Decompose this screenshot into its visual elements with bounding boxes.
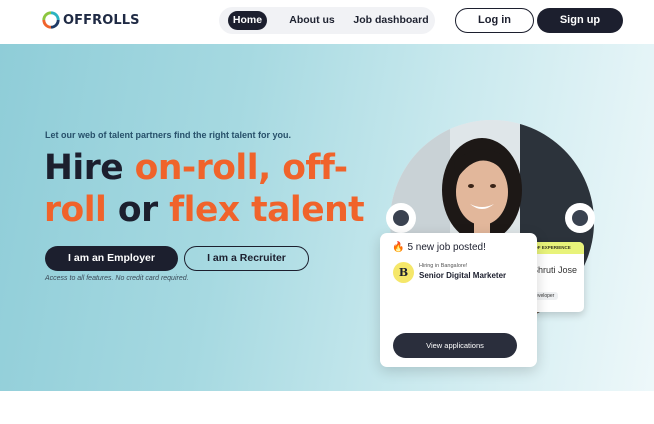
job-count-text: 🔥 5 new job posted! — [392, 242, 486, 253]
headline-flex-talent: flex talent — [169, 190, 365, 230]
page: OFFROLLS Home About us Job dashboard Log… — [0, 0, 654, 424]
main-nav: Home About us Job dashboard — [219, 7, 435, 34]
candidate-name: Shruti Jose — [532, 265, 578, 275]
nav-about-us[interactable]: About us — [286, 11, 338, 30]
nav-job-dashboard[interactable]: Job dashboard — [352, 11, 430, 30]
job-title: Senior Digital Marketer — [419, 271, 507, 280]
hero-tagline: Let our web of talent partners find the … — [45, 130, 292, 140]
recruiter-button[interactable]: I am a Recruiter — [184, 246, 309, 271]
decor-dot-left — [386, 203, 416, 233]
job-location: Hiring in Bangalore! — [419, 263, 468, 269]
logo-ring-icon — [42, 11, 60, 29]
new-jobs-card: 🔥 5 new job posted! B Hiring in Bangalore… — [380, 233, 537, 367]
headline-or: or — [106, 190, 170, 230]
headline-hire: Hire — [44, 148, 135, 188]
company-logo: B — [393, 262, 414, 283]
top-header: OFFROLLS Home About us Job dashboard Log… — [0, 0, 654, 44]
below-hero-area — [0, 391, 654, 424]
login-button[interactable]: Log in — [455, 8, 534, 33]
fineprint-note: Access to all features. No credit card r… — [45, 275, 189, 282]
fire-icon: 🔥 — [392, 242, 405, 253]
employer-button[interactable]: I am an Employer — [45, 246, 178, 271]
hero-section: Let our web of talent partners find the … — [0, 44, 654, 391]
nav-home[interactable]: Home — [228, 11, 267, 30]
job-count-label: 5 new job posted! — [407, 242, 486, 253]
signup-button[interactable]: Sign up — [537, 8, 623, 33]
decor-dot-right — [565, 203, 595, 233]
view-applications-button[interactable]: View applications — [393, 333, 517, 358]
offrolls-logo[interactable]: OFFROLLS — [42, 11, 140, 29]
logo-text: OFFROLLS — [63, 12, 140, 28]
hero-headline: Hire on-roll, off-roll or flex talent — [44, 147, 384, 231]
